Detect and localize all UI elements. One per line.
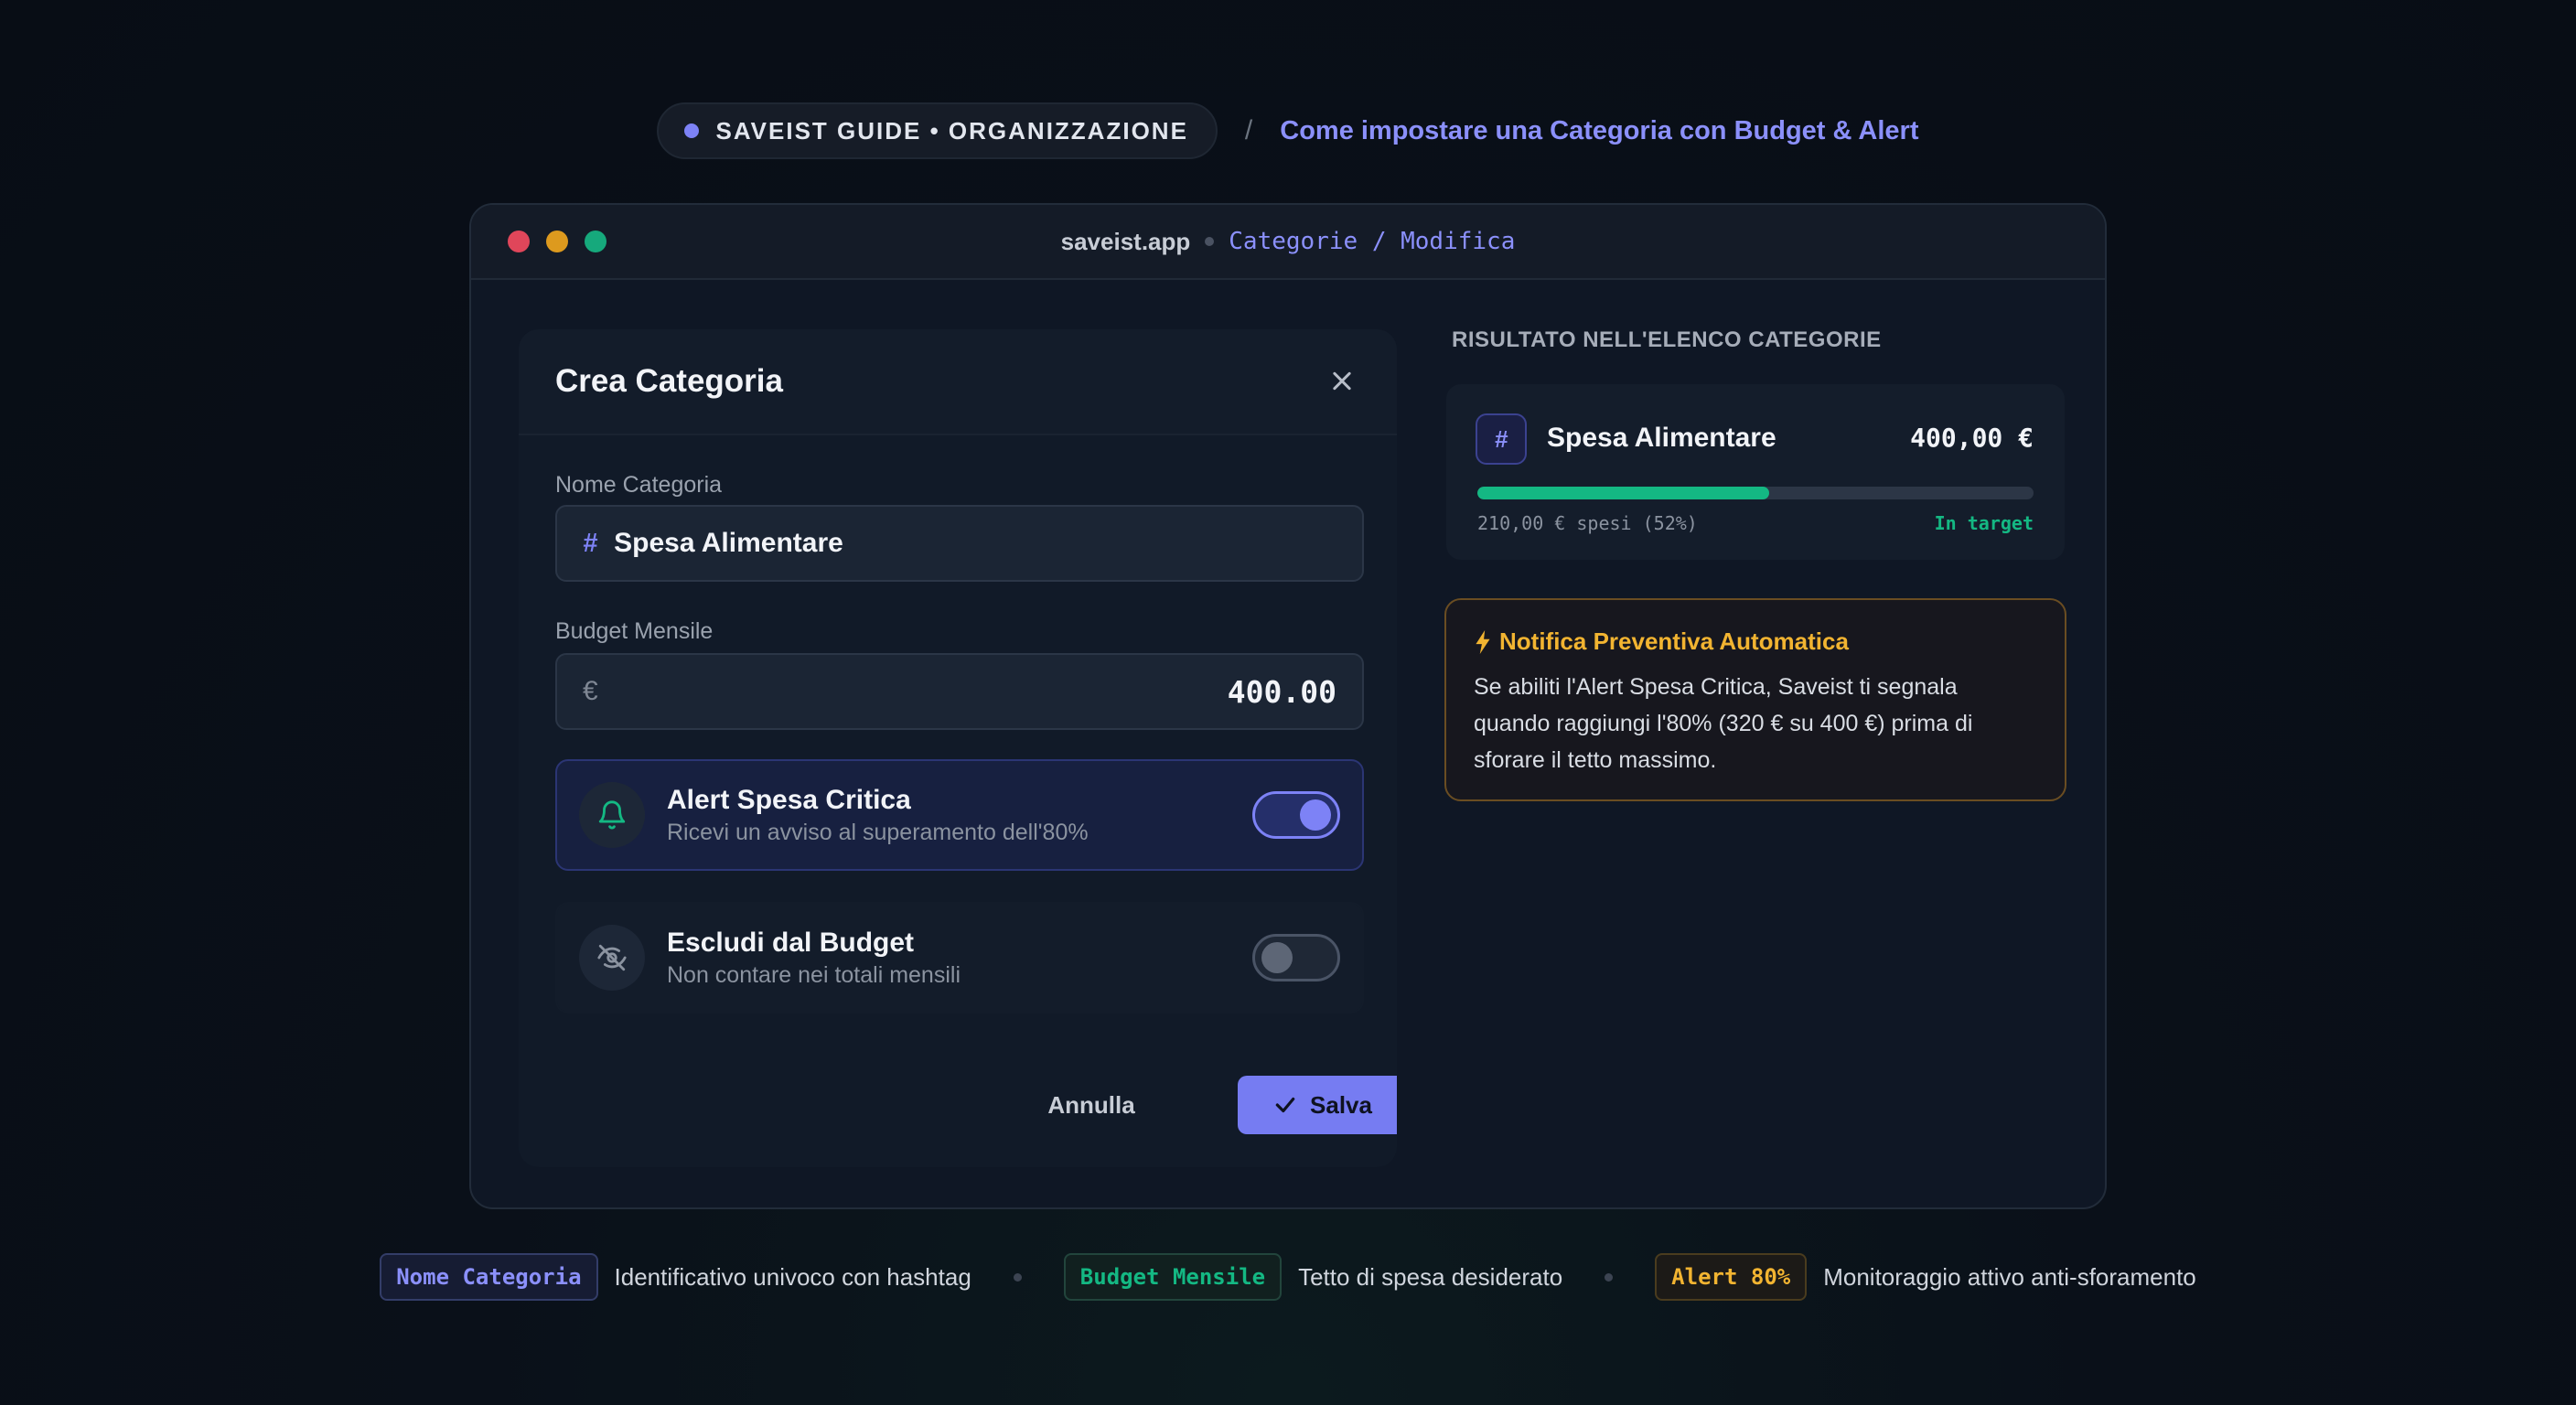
eye-off-icon	[579, 925, 645, 991]
legend-tag-name: Nome Categoria	[380, 1253, 598, 1301]
guide-breadcrumb: SAVEIST GUIDE • ORGANIZZAZIONE / Come im…	[0, 102, 2576, 159]
check-icon	[1275, 1097, 1295, 1113]
guide-label: SAVEIST GUIDE • ORGANIZZAZIONE	[715, 116, 1188, 145]
category-name-value: Spesa Alimentare	[614, 528, 843, 558]
legend-tag-alert: Alert 80%	[1655, 1253, 1808, 1301]
toggle-knob	[1261, 942, 1293, 973]
app-window: saveist.app Categorie / Modifica Crea Ca…	[469, 203, 2107, 1209]
alert-toggle[interactable]	[1252, 791, 1340, 839]
legend-text-name: Identificativo univoco con hashtag	[614, 1262, 971, 1291]
result-category-name: Spesa Alimentare	[1547, 423, 1776, 453]
budget-progress-fill	[1477, 487, 1770, 499]
notice-title-row: Notifica Preventiva Automatica	[1474, 627, 2037, 656]
page-title: Come impostare una Categoria con Budget …	[1280, 115, 1919, 145]
breadcrumb-separator: /	[1244, 115, 1253, 145]
save-button-label: Salva	[1310, 1090, 1372, 1119]
legend-separator-icon	[1605, 1272, 1614, 1282]
window-controls	[508, 231, 606, 252]
result-budget-amount: 400,00 €	[1910, 423, 2034, 453]
hashtag-icon: #	[583, 528, 598, 558]
budget-value: 400.00	[1227, 673, 1336, 710]
category-name-input[interactable]: # Spesa Alimentare	[555, 505, 1364, 582]
exclude-option-row: Escludi dal Budget Non contare nei total…	[555, 902, 1364, 1014]
exclude-toggle[interactable]	[1252, 934, 1340, 981]
status-dot-icon	[684, 123, 700, 138]
status-badge: In target	[1934, 512, 2034, 534]
modal-header: Crea Categoria	[519, 329, 1397, 435]
legend-text-alert: Monitoraggio attivo anti-sforamento	[1823, 1262, 2196, 1291]
legend-tag-budget: Budget Mensile	[1063, 1253, 1283, 1301]
exclude-option-title: Escludi dal Budget	[667, 927, 915, 958]
legend: Nome Categoria Identificativo univoco co…	[0, 1253, 2576, 1301]
category-name-label: Nome Categoria	[555, 472, 723, 498]
legend-text-budget: Tetto di spesa desiderato	[1298, 1262, 1563, 1291]
bell-icon	[579, 782, 645, 848]
notice-title: Notifica Preventiva Automatica	[1499, 627, 1849, 655]
alert-option-subtitle: Ricevi un avviso al superamento dell'80%	[667, 819, 1089, 845]
result-section-label: RISULTATO NELL'ELENCO CATEGORIE	[1452, 327, 1882, 352]
url-host: saveist.app	[1060, 227, 1191, 255]
toggle-knob	[1300, 799, 1331, 831]
legend-separator-icon	[1013, 1272, 1022, 1282]
maximize-window-icon[interactable]	[585, 231, 606, 252]
hashtag-icon: #	[1476, 413, 1527, 465]
alert-option-title: Alert Spesa Critica	[667, 784, 911, 815]
euro-icon: €	[583, 676, 598, 706]
save-button[interactable]: Salva	[1238, 1076, 1397, 1134]
url-separator-icon	[1205, 237, 1215, 246]
create-category-modal: Crea Categoria Nome Categoria # Spesa Al…	[519, 329, 1397, 1167]
cancel-button[interactable]: Annulla	[1036, 1076, 1146, 1134]
alert-notice-card: Notifica Preventiva Automatica Se abilit…	[1444, 598, 2066, 801]
modal-title: Crea Categoria	[555, 363, 783, 399]
alert-option-row: Alert Spesa Critica Ricevi un avviso al …	[555, 759, 1364, 871]
budget-progress-bar	[1477, 487, 2034, 499]
budget-input[interactable]: € 400.00	[555, 653, 1364, 730]
budget-label: Budget Mensile	[555, 618, 714, 644]
window-titlebar: saveist.app Categorie / Modifica	[471, 205, 2105, 280]
minimize-window-icon[interactable]	[546, 231, 568, 252]
lightning-icon	[1476, 629, 1490, 654]
url-path: Categorie / Modifica	[1229, 228, 1516, 255]
exclude-option-subtitle: Non contare nei totali mensili	[667, 961, 961, 988]
close-window-icon[interactable]	[508, 231, 530, 252]
spent-text: 210,00 € spesi (52%)	[1477, 512, 1698, 534]
close-icon[interactable]	[1324, 363, 1360, 400]
guide-badge: SAVEIST GUIDE • ORGANIZZAZIONE	[657, 102, 1218, 159]
notice-body: Se abiliti l'Alert Spesa Critica, Saveis…	[1474, 674, 1973, 773]
